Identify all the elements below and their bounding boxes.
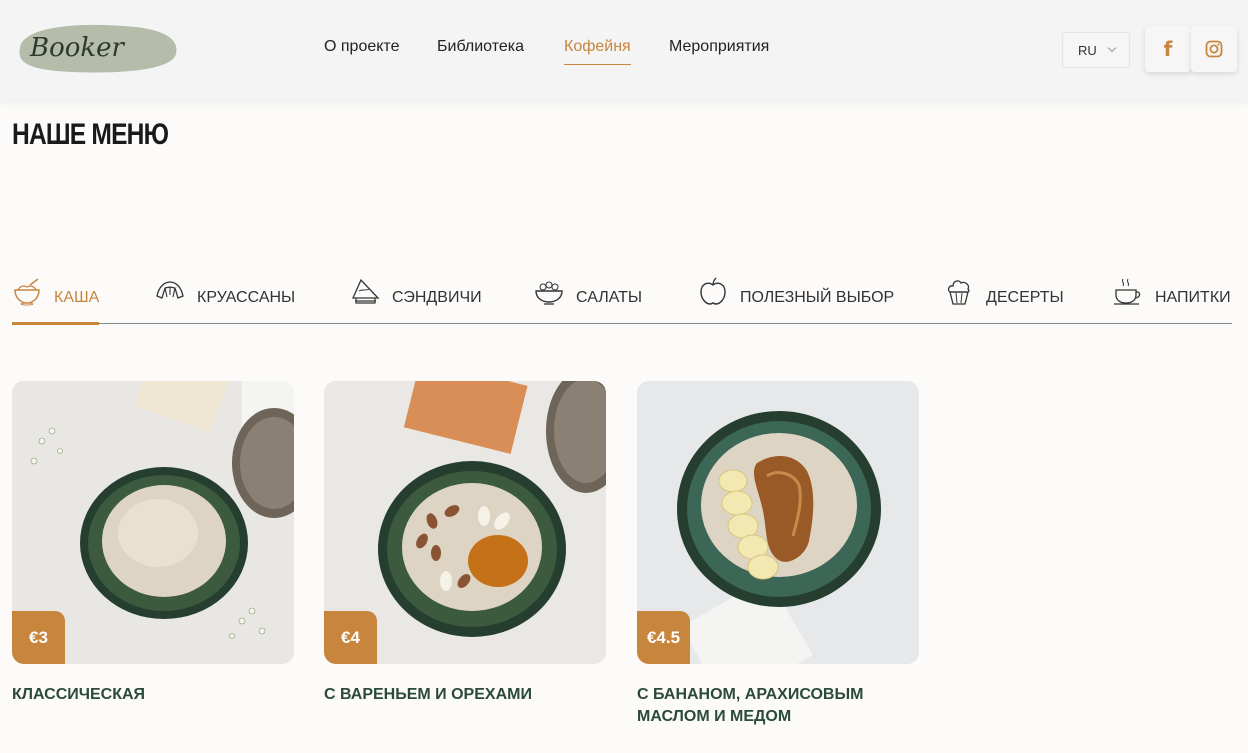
menu-item-image: €3 [12, 381, 294, 664]
price-badge: €4 [324, 611, 377, 664]
tab-healthy-choice[interactable]: ПОЛЕЗНЫЙ ВЫБОР [698, 277, 895, 324]
nav-item-about[interactable]: О проекте [324, 38, 399, 56]
menu-item-image: €4.5 [637, 381, 919, 664]
menu-item-card[interactable]: €3 КЛАССИЧЕСКАЯ [12, 381, 294, 706]
tab-desserts[interactable]: ДЕСЕРТЫ [944, 278, 1064, 324]
tab-label: НАПИТКИ [1155, 289, 1231, 306]
salad-bowl-icon [535, 281, 563, 305]
tab-drinks[interactable]: НАПИТКИ [1113, 278, 1231, 324]
language-select[interactable]: RU [1062, 32, 1130, 68]
sandwich-icon [351, 278, 380, 304]
language-value: RU [1078, 42, 1097, 58]
price-badge: €3 [12, 611, 65, 664]
tab-croissants[interactable]: КРУАССАНЫ [155, 278, 295, 324]
coffee-cup-icon [1114, 278, 1141, 305]
menu-item-name: С ВАРЕНЬЕМ И ОРЕХАМИ [324, 686, 532, 703]
site-header: Booker О проекте Библиотека Кофейня Меро… [0, 0, 1248, 100]
nav-item-library[interactable]: Библиотека [437, 38, 524, 56]
menu-item-image: €4 [324, 381, 606, 664]
porridge-bowl-icon [14, 278, 40, 306]
menu-item-card[interactable]: €4 С ВАРЕНЬЕМ И ОРЕХАМИ [324, 381, 606, 706]
booker-logo[interactable]: Booker [12, 20, 178, 76]
logo-text: Booker [29, 33, 126, 63]
instagram-button[interactable] [1191, 26, 1237, 72]
tab-salads[interactable]: САЛАТЫ [534, 278, 642, 324]
menu-item-name: КЛАССИЧЕСКАЯ [12, 686, 146, 703]
tab-label: ДЕСЕРТЫ [986, 289, 1064, 306]
tab-label: СЭНДВИЧИ [392, 289, 482, 306]
tab-label: КАША [54, 289, 100, 306]
tab-label: САЛАТЫ [576, 289, 643, 306]
page-title: НАШЕ МЕНЮ [12, 118, 169, 151]
tab-sandwiches[interactable]: СЭНДВИЧИ [350, 278, 482, 324]
menu-item-card[interactable]: €4.5 С БАНАНОМ, АРАХИСОВЫМ МАСЛОМ И МЕДО… [637, 381, 919, 728]
instagram-icon [1205, 40, 1223, 58]
menu-item-name: С БАНАНОМ, АРАХИСОВЫМ МАСЛОМ И МЕДОМ [637, 686, 864, 725]
chevron-down-icon [1107, 43, 1117, 53]
apple-icon [700, 277, 726, 305]
tab-label: КРУАССАНЫ [197, 289, 296, 306]
nav-item-cafe[interactable]: Кофейня [564, 38, 631, 65]
cupcake-icon [947, 280, 970, 305]
menu-category-tabs: КАША КРУАССАНЫ СЭНДВИЧИ САЛАТЫ ПОЛЕЗНЫЙ … [12, 277, 1232, 325]
tab-porridge[interactable]: КАША [12, 278, 100, 325]
facebook-icon: f [1163, 37, 1173, 61]
facebook-button[interactable]: f [1145, 26, 1191, 72]
price-badge: €4.5 [637, 611, 690, 664]
croissant-icon [156, 281, 184, 299]
tab-label: ПОЛЕЗНЫЙ ВЫБОР [740, 289, 895, 306]
nav-item-events[interactable]: Мероприятия [669, 38, 769, 56]
